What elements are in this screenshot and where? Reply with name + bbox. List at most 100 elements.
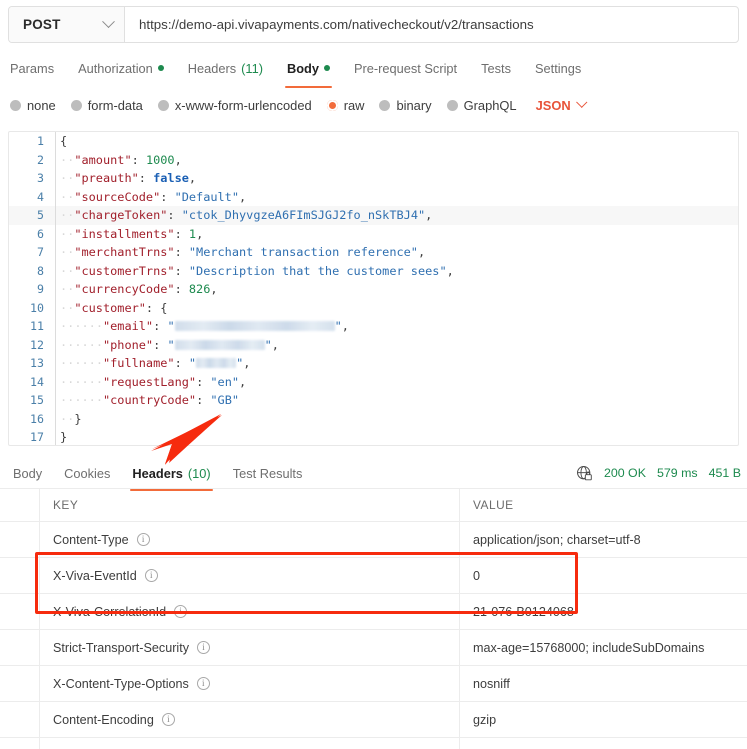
code-line: 10 ·· "customer": { <box>9 298 738 317</box>
code-text[interactable]: ·· "sourceCode": "Default", <box>55 187 738 206</box>
radio-icon[interactable] <box>70 99 82 111</box>
chevron-down-icon <box>576 96 587 108</box>
code-line: 1{ <box>9 132 738 151</box>
request-tab-label: Headers <box>187 60 237 76</box>
code-line: 16 ··} <box>9 409 738 428</box>
code-text[interactable]: ·· · ··· "email": " ", <box>55 317 738 336</box>
request-tab-label: Params <box>10 60 55 76</box>
code-text[interactable]: ·· · ··· "requestLang": "en", <box>55 372 738 391</box>
body-type-label: GraphQL <box>463 97 517 113</box>
header-value-label: gzip <box>473 712 497 727</box>
response-tab-label: Body <box>13 465 43 481</box>
request-tab-body[interactable]: Body <box>275 55 342 88</box>
code-text[interactable]: { <box>55 132 738 151</box>
code-text[interactable]: ·· "merchantTrns": "Merchant transaction … <box>55 243 738 262</box>
code-text[interactable]: } <box>55 428 738 445</box>
code-text[interactable]: ·· "customerTrns": "Description that the … <box>55 261 738 280</box>
code-text[interactable]: ·· "preauth": false, <box>55 169 738 188</box>
response-tab-body[interactable]: Body <box>2 462 53 484</box>
line-number: 3 <box>37 171 44 186</box>
body-type-selector: none form-data x-www-form-urlencoded raw bin… <box>10 93 587 117</box>
code-text[interactable]: ··} <box>55 409 738 428</box>
line-number: 12 <box>30 337 44 352</box>
row-gutter <box>0 666 40 701</box>
line-number: 7 <box>37 245 44 260</box>
column-header-key: KEY <box>53 498 79 512</box>
request-tab-settings[interactable]: Settings <box>523 55 593 81</box>
code-text[interactable]: ·· "amount": 1000, <box>55 150 738 169</box>
body-type-form-data[interactable]: form-data <box>70 98 158 113</box>
request-tab-label: Authorization <box>78 60 153 76</box>
row-gutter <box>0 630 40 665</box>
header-value-cell: 0 <box>460 558 747 593</box>
response-time: 579 ms <box>656 466 698 480</box>
code-text[interactable]: ·· "customer": { <box>55 298 738 317</box>
header-value-cell: max-age=15768000; includeSubDomains <box>460 630 747 665</box>
request-tab-headers[interactable]: Headers (11) <box>176 55 275 81</box>
http-method-dropdown[interactable]: POST <box>9 7 125 42</box>
response-tab-cookies[interactable]: Cookies <box>53 462 121 484</box>
body-type-label: none <box>27 97 56 113</box>
body-type-x-www-form-urlencoded[interactable]: x-www-form-urlencoded <box>157 97 327 113</box>
header-key-cell: Content-Type i <box>40 522 460 557</box>
code-text[interactable]: ·· "chargeToken": "ctok_DhyvgzeA6FImSJGJ2… <box>55 206 738 225</box>
line-number: 14 <box>30 374 44 389</box>
radio-icon[interactable] <box>157 99 169 111</box>
response-tab-bar: Body Cookies Headers (10) Test Results 200 O… <box>0 458 747 491</box>
code-text[interactable]: ·· · ··· "fullname": " ", <box>55 354 738 373</box>
body-format-label: JSON <box>535 97 571 113</box>
info-icon[interactable]: i <box>144 569 158 582</box>
line-number: 6 <box>37 226 44 241</box>
info-icon[interactable]: i <box>197 641 210 654</box>
code-text[interactable]: ·· · ··· "phone": " ", <box>55 335 738 354</box>
code-line: 8 ·· "customerTrns": "Description that the… <box>9 261 738 280</box>
url-input[interactable]: https://demo-api.vivapayments.com/native… <box>125 7 738 42</box>
radio-icon[interactable] <box>379 99 391 111</box>
header-key-cell: Strict-Transport-Security i <box>40 630 460 665</box>
code-line: 14 ·· · ··· "requestLang": "en", <box>9 372 738 391</box>
response-meta: 200 OK 579 ms 451 B <box>576 458 741 488</box>
body-type-graphql[interactable]: GraphQL <box>446 97 532 113</box>
line-number: 17 <box>30 430 44 445</box>
request-tab-params[interactable]: Params <box>8 55 66 81</box>
response-tab-test-results[interactable]: Test Results <box>222 462 314 484</box>
request-body-editor[interactable]: 1{2 ·· "amount": 1000, 3 ·· "preauth": false,… <box>8 131 739 446</box>
body-type-none[interactable]: none <box>10 98 71 113</box>
request-tab-bar: Params Authorization Headers (11) Body Pre-re… <box>8 55 593 88</box>
radio-icon[interactable] <box>446 99 458 111</box>
request-tab-authorization[interactable]: Authorization <box>66 55 176 81</box>
radio-icon[interactable] <box>10 99 21 111</box>
header-key-cell: Content-Lengthi <box>40 738 460 749</box>
row-gutter <box>0 489 40 521</box>
line-number: 1 <box>37 134 44 149</box>
header-value-label: 0 <box>473 568 481 583</box>
body-type-label: x-www-form-urlencoded <box>174 97 312 113</box>
code-text[interactable]: ·· · ··· "countryCode": "GB" <box>55 391 738 410</box>
radio-icon[interactable] <box>326 99 338 111</box>
body-type-binary[interactable]: binary <box>379 98 446 113</box>
header-key-cell: X-Viva-CorrelationId i <box>40 594 460 629</box>
code-text[interactable]: ·· "installments": 1, <box>55 224 738 243</box>
request-tab-label: Tests <box>481 60 511 76</box>
body-format-dropdown[interactable]: JSON <box>532 96 587 113</box>
body-type-raw[interactable]: raw <box>326 98 380 113</box>
info-icon[interactable]: i <box>174 605 188 618</box>
header-key-label: X-Viva-EventId <box>53 568 137 583</box>
code-line: 7 ·· "merchantTrns": "Merchant transaction… <box>9 243 738 262</box>
code-line: 17} <box>9 428 738 445</box>
header-value-cell: 21-076-B0124068 <box>460 594 747 629</box>
info-icon[interactable]: i <box>196 677 210 690</box>
row-gutter <box>0 594 40 629</box>
info-icon[interactable]: i <box>161 713 175 726</box>
request-tab-pre-request-script[interactable]: Pre-request Script <box>342 55 469 81</box>
line-number: 13 <box>30 356 44 371</box>
request-tab-tests[interactable]: Tests <box>469 55 523 81</box>
line-number: 8 <box>37 263 44 278</box>
response-tab-headers[interactable]: Headers (10) <box>121 462 221 491</box>
code-text[interactable]: ·· "currencyCode": 826, <box>55 280 738 299</box>
code-line: 15 ·· · ··· "countryCode": "GB" <box>9 391 738 410</box>
header-key-label: Strict-Transport-Security <box>53 640 189 655</box>
info-icon[interactable]: i <box>136 533 150 546</box>
postman-window: POST https://demo-api.vivapayments.com/n… <box>0 0 747 749</box>
header-key-label: X-Content-Type-Options <box>53 676 189 691</box>
